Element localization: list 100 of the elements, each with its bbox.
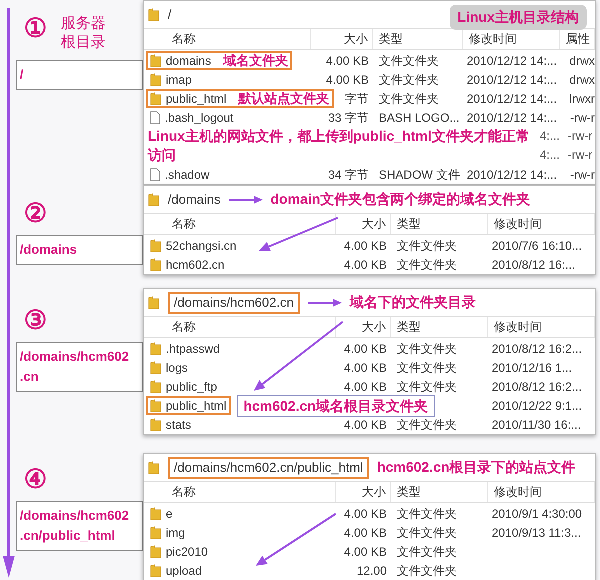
date-cell: 2010/12/12 14:... [467,72,558,86]
file-name: 52changsi.cn [166,238,237,254]
annotation: 默认站点文件夹 [238,90,330,108]
column-header[interactable]: 修改时间 [494,483,542,501]
type-cell: 文件文件夹 [397,360,457,374]
date-cell: 2010/9/13 11:3... [492,526,582,540]
size-cell-text: 4.00 KB [344,340,388,358]
file-icon [150,168,161,182]
file-name: e [166,506,173,522]
size-cell-text: 4.00 KB [344,238,388,254]
column-header[interactable]: 大小 [362,215,386,233]
file-name: .shadow [165,166,210,184]
column-header[interactable]: 名称 [172,215,196,233]
date-cell-text: 4:... [540,147,560,164]
path-field[interactable]: /domains [168,190,221,210]
column-header[interactable]: 类型 [397,483,421,501]
column-header[interactable]: 修改时间 [494,318,542,336]
column-header[interactable]: 属性 [566,30,590,48]
column-header[interactable]: 大小 [362,483,386,501]
type-cell: 文件文件夹 [397,506,457,520]
file-name: public_ftp [166,378,218,396]
file-name: stats [166,416,192,434]
size-cell-text: 4.00 KB [344,524,388,542]
type-cell: 文件文件夹 [397,544,457,558]
file-name: pic2010 [166,544,208,560]
date-cell-text: 4:... [540,128,560,145]
file-name: img [166,524,186,542]
file-name: domains [166,52,212,70]
path-field[interactable]: /domains/hcm602.cn [168,292,300,314]
attribute-cell-text: -rw-r [568,147,593,164]
path-label: /domains/hcm602 .cn/public_html [16,501,143,551]
column-header[interactable]: 修改时间 [469,30,517,48]
folder-icon [150,360,162,374]
file-name: .htpasswd [166,340,220,358]
path-label: /domains/hcm602 .cn [16,342,143,392]
size-cell-text: 4.00 KB [326,72,370,88]
size-cell-text: 字节 [345,90,370,108]
type-cell: 文件文件夹 [379,92,439,106]
column-header[interactable]: 名称 [172,318,196,336]
folder-icon [150,398,162,412]
size-cell-text: 4.00 KB [344,256,388,274]
path-field[interactable]: / [168,4,172,24]
size-cell-text: 12.00 [356,562,388,580]
column-header[interactable]: 类型 [397,215,421,233]
annotation: 域名文件夹 [223,52,288,70]
date-cell: 2010/8/12 16:... [492,258,576,272]
column-header[interactable]: 类型 [397,318,421,336]
attribute-cell: lrwxr [570,92,595,106]
file-name: hcm602.cn [166,256,225,274]
file-name: public_html [166,398,227,414]
folder-icon [150,506,162,520]
step-number: ④ [24,465,47,493]
path-label: / [16,60,143,90]
date-cell: 2010/9/1 4:30:00 [492,506,582,520]
type-cell: 文件文件夹 [397,238,457,252]
folder-icon [150,564,162,578]
date-cell: 2010/7/6 16:10... [492,238,582,252]
type-cell: 文件文件夹 [397,342,457,356]
file-name: upload [166,562,202,580]
column-header[interactable]: 修改时间 [494,215,542,233]
date-cell: 2010/12/12 14:... [467,110,558,124]
attribute-cell: drwx [570,72,595,86]
type-cell: 文件文件夹 [397,564,457,578]
folder-icon [148,192,160,206]
date-cell: 2010/12/16 1... [492,360,572,374]
type-cell: 文件文件夹 [397,526,457,540]
date-cell: 2010/12/12 14:... [467,54,558,68]
folder-icon [150,342,162,356]
size-cell-text: 4.00 KB [344,544,388,560]
step-number: ③ [24,306,47,334]
column-header[interactable]: 大小 [344,30,368,48]
type-cell: SHADOW 文件 [379,168,460,182]
annotation: hcm602.cn域名根目录文件夹 [236,394,436,416]
date-cell: 2010/12/12 14:... [467,168,558,182]
step-number: ② [24,199,47,227]
file-name: logs [166,360,188,376]
folder-icon [150,380,162,394]
size-cell-text: 34 字节 [328,166,370,184]
type-cell: 文件文件夹 [397,380,457,394]
size-cell-text: 4.00 KB [344,506,388,522]
type-cell: 文件文件夹 [379,72,439,86]
step-label: 服务器 根目录 [61,14,106,52]
folder-icon [150,72,162,86]
date-cell: 2010/11/30 16:... [492,418,582,432]
type-cell: 文件文件夹 [397,418,457,432]
column-header[interactable]: 大小 [362,318,386,336]
annotation: domain文件夹包含两个绑定的域名文件夹 [270,190,531,209]
title-badge: Linux主机目录结构 [450,5,587,30]
attribute-cell-text: -rw-r [568,128,593,145]
column-header[interactable]: 名称 [172,483,196,501]
date-cell: 2010/12/12 14:... [467,92,558,106]
path-field[interactable]: /domains/hcm602.cn/public_html [168,456,370,478]
date-cell: 2010/8/12 16:2... [492,380,582,394]
folder-icon [148,8,160,22]
folder-icon [150,238,162,252]
attribute-cell: -rw-r [570,110,595,124]
size-cell-text: 4.00 KB [326,52,370,70]
annotation: Linux主机的网站文件，都上传到public_html文件夹才能正常访问 [148,128,530,163]
column-header[interactable]: 类型 [379,30,403,48]
column-header[interactable]: 名称 [172,30,196,48]
